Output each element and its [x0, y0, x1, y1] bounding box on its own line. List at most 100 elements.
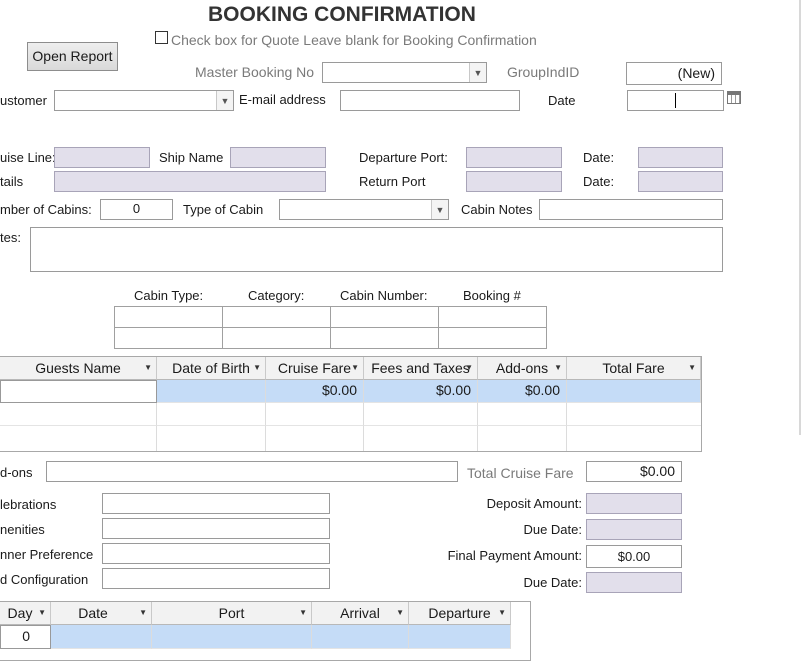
return-port-field[interactable] — [466, 171, 562, 192]
bed-configuration-field[interactable] — [102, 568, 330, 589]
sort-arrow-icon[interactable]: ▼ — [139, 602, 147, 624]
cabin-cell[interactable] — [330, 327, 439, 349]
guest-addons-cell[interactable]: $0.00 — [478, 380, 567, 403]
cabin-cell[interactable] — [330, 306, 439, 328]
details-field[interactable] — [54, 171, 326, 192]
itinerary-departure-cell[interactable] — [409, 625, 511, 649]
date-label: Date — [548, 93, 576, 108]
date-col-header[interactable]: Date ▼ — [51, 602, 152, 625]
master-booking-label: Master Booking No — [195, 64, 315, 80]
cabin-cell[interactable] — [222, 306, 331, 328]
customer-select[interactable]: ▼ — [54, 90, 234, 111]
sort-arrow-icon[interactable]: ▼ — [396, 602, 404, 624]
sort-arrow-icon[interactable]: ▼ — [144, 357, 152, 379]
amenities-field[interactable] — [102, 518, 330, 539]
cabin-type-select[interactable]: ▼ — [279, 199, 449, 220]
itinerary-date-cell[interactable] — [51, 625, 152, 649]
guest-name-cell[interactable] — [0, 380, 157, 403]
email-label: E-mail address — [239, 92, 326, 107]
addons-col-header[interactable]: Add-ons ▼ — [478, 357, 567, 380]
group-id-label: GroupIndID — [507, 64, 580, 80]
table-row[interactable] — [266, 426, 364, 451]
cruise-line-field[interactable] — [54, 147, 150, 168]
cabin-number-col-header: Cabin Number: — [340, 288, 428, 303]
celebrations-field[interactable] — [102, 493, 330, 514]
table-row[interactable] — [157, 426, 266, 451]
cabin-cell[interactable] — [438, 327, 547, 349]
notes-label: tes: — [0, 230, 21, 245]
port-col-header[interactable]: Port ▼ — [152, 602, 312, 625]
cabin-cell[interactable] — [114, 306, 223, 328]
table-row[interactable] — [364, 403, 478, 426]
sort-arrow-icon[interactable]: ▼ — [38, 602, 46, 624]
itinerary-day-cell[interactable]: 0 — [0, 625, 51, 649]
num-cabins-label: mber of Cabins: — [0, 202, 92, 217]
itinerary-arrival-cell[interactable] — [312, 625, 409, 649]
bed-configuration-label: d Configuration — [0, 572, 89, 587]
addons-label: d-ons — [0, 465, 33, 480]
fees-col-header[interactable]: Fees and Taxes ▼ — [364, 357, 478, 380]
total-fare-col-header[interactable]: Total Fare ▼ — [567, 357, 701, 380]
cabin-cell[interactable] — [222, 327, 331, 349]
calendar-icon[interactable] — [727, 91, 741, 104]
dob-col-header[interactable]: Date of Birth ▼ — [157, 357, 266, 380]
due-date-label: Due Date: — [523, 522, 582, 537]
itinerary-port-cell[interactable] — [152, 625, 312, 649]
sort-arrow-icon[interactable]: ▼ — [351, 357, 359, 379]
master-booking-select[interactable]: ▼ — [322, 62, 487, 83]
addons-field[interactable] — [46, 461, 458, 482]
final-due-date-field[interactable] — [586, 572, 682, 593]
open-report-button[interactable]: Open Report — [27, 42, 118, 71]
table-row[interactable] — [478, 403, 567, 426]
deposit-amount-field[interactable] — [586, 493, 682, 514]
guests-name-col-header[interactable]: Guests Name ▼ — [0, 357, 157, 380]
guest-fees-cell[interactable]: $0.00 — [364, 380, 478, 403]
chevron-down-icon[interactable]: ▼ — [469, 63, 486, 82]
quote-checkbox[interactable] — [155, 31, 168, 44]
departure-port-field[interactable] — [466, 147, 562, 168]
date-field[interactable] — [627, 90, 724, 111]
chevron-down-icon[interactable]: ▼ — [216, 91, 233, 110]
final-payment-field[interactable]: $0.00 — [586, 545, 682, 568]
guest-dob-cell[interactable] — [157, 380, 266, 403]
departure-date-field[interactable] — [638, 147, 723, 168]
sort-arrow-icon[interactable]: ▼ — [498, 602, 506, 624]
table-row[interactable] — [364, 426, 478, 451]
sort-arrow-icon[interactable]: ▼ — [688, 357, 696, 379]
table-row[interactable] — [266, 403, 364, 426]
due-date-label: Due Date: — [523, 575, 582, 590]
email-field[interactable] — [340, 90, 520, 111]
arrival-col-header[interactable]: Arrival ▼ — [312, 602, 409, 625]
sort-arrow-icon[interactable]: ▼ — [465, 357, 473, 379]
day-col-header[interactable]: Day ▼ — [0, 602, 51, 625]
num-cabins-field[interactable]: 0 — [100, 199, 173, 220]
sort-arrow-icon[interactable]: ▼ — [253, 357, 261, 379]
page-title: BOOKING CONFIRMATION — [208, 3, 476, 26]
table-row[interactable] — [478, 426, 567, 451]
cabin-cell[interactable] — [438, 306, 547, 328]
departure-col-header[interactable]: Departure ▼ — [409, 602, 511, 625]
cabin-notes-field[interactable] — [539, 199, 723, 220]
group-id-field: (New) — [626, 62, 722, 85]
cabin-cell[interactable] — [114, 327, 223, 349]
notes-field[interactable] — [30, 227, 723, 272]
sort-arrow-icon[interactable]: ▼ — [299, 602, 307, 624]
total-cruise-fare-label: Total Cruise Fare — [467, 465, 574, 481]
table-row[interactable] — [567, 403, 701, 426]
cruise-fare-col-header[interactable]: Cruise Fare ▼ — [266, 357, 364, 380]
guest-total-fare-cell[interactable] — [567, 380, 701, 403]
customer-label: ustomer — [0, 93, 47, 108]
sort-arrow-icon[interactable]: ▼ — [554, 357, 562, 379]
deposit-due-date-field[interactable] — [586, 519, 682, 540]
cabin-notes-label: Cabin Notes — [461, 202, 533, 217]
table-row[interactable] — [0, 426, 157, 451]
table-row[interactable] — [567, 426, 701, 451]
details-label: tails — [0, 174, 24, 189]
table-row[interactable] — [0, 403, 157, 426]
chevron-down-icon[interactable]: ▼ — [431, 200, 448, 219]
table-row[interactable] — [157, 403, 266, 426]
return-date-field[interactable] — [638, 171, 723, 192]
dinner-preference-field[interactable] — [102, 543, 330, 564]
guest-cruise-fare-cell[interactable]: $0.00 — [266, 380, 364, 403]
ship-name-field[interactable] — [230, 147, 326, 168]
